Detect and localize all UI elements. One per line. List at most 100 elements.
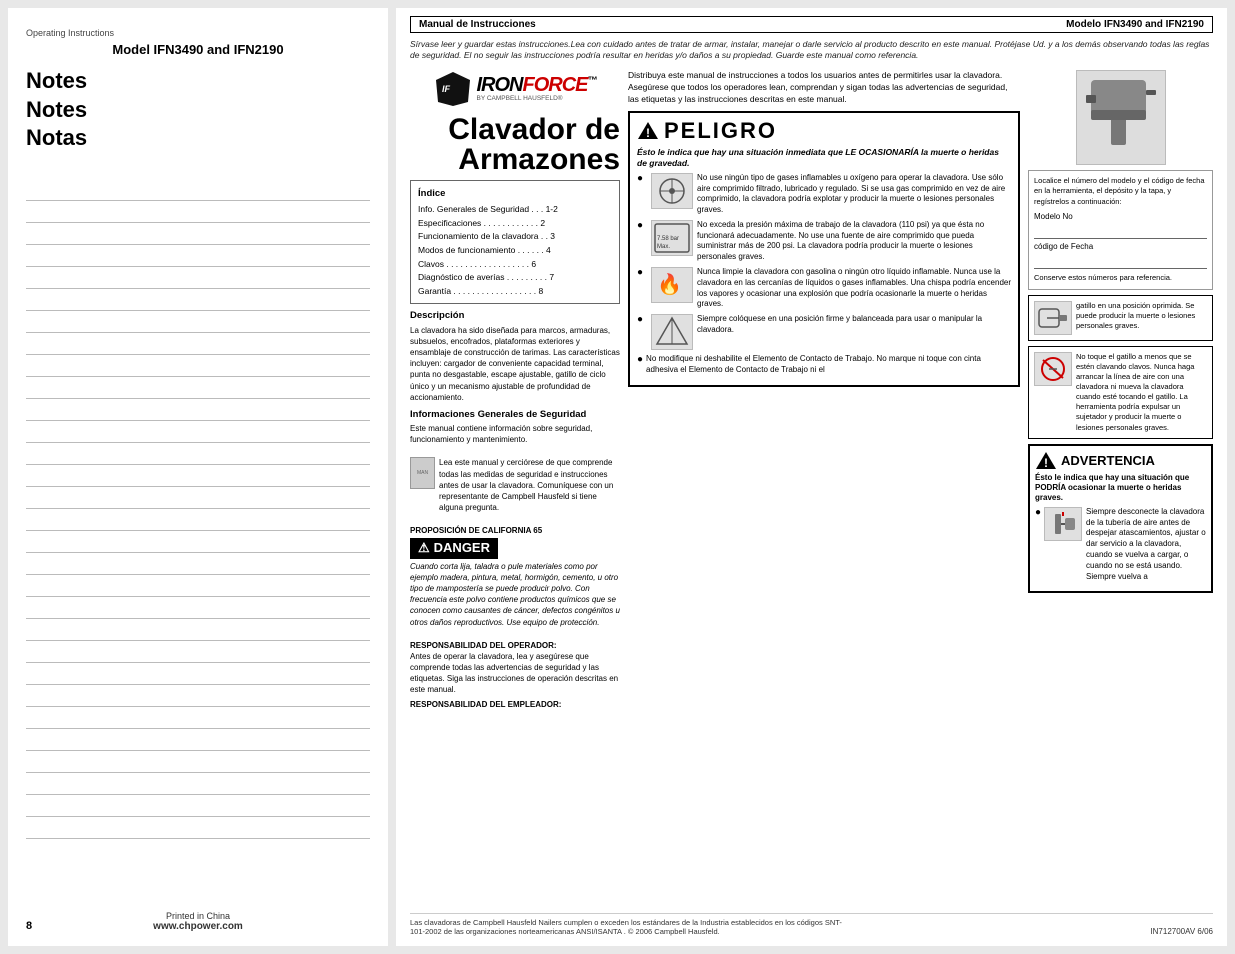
- col-right: Localice el número del modelo y el códig…: [1028, 70, 1213, 909]
- disclaimer-text: Sírvase leer y guardar estas instruccion…: [410, 39, 1213, 62]
- nail-gun-image-area: [1028, 70, 1213, 165]
- flame-hazard-icon: 🔥: [651, 267, 693, 303]
- distribution-text: Distribuya este manual de instrucciones …: [628, 70, 1020, 106]
- note-line: [26, 641, 370, 663]
- note-line: [26, 399, 370, 421]
- note-line: [26, 465, 370, 487]
- right-footer: Las clavadoras de Campbell Hausfeld Nail…: [410, 913, 1213, 936]
- balance-stance-icon: [651, 314, 693, 350]
- advertencia-word: ADVERTENCIA: [1061, 453, 1155, 468]
- danger-text: Cuando corta lija, taladra o pule materi…: [410, 561, 620, 628]
- peligro-bullet-0-text: No use ningún tipo de gases inflamables …: [697, 173, 1011, 216]
- force-text: FORCE: [523, 74, 588, 96]
- note-line: [26, 245, 370, 267]
- notes-heading-3: Notas: [26, 124, 370, 153]
- note-line: [26, 751, 370, 773]
- note-line: [26, 619, 370, 641]
- note-line: [26, 531, 370, 553]
- note-line: [26, 773, 370, 795]
- notes-section: Notes Notes Notas: [26, 67, 370, 153]
- note-line: [26, 509, 370, 531]
- pressure-gauge-icon: 7.58 bar Max.: [651, 220, 693, 256]
- note-line: [26, 729, 370, 751]
- index-item-5: Diagnóstico de averías . . . . . . . . .…: [418, 271, 612, 285]
- modelo-no-line: [1034, 225, 1207, 239]
- note-line: [26, 685, 370, 707]
- index-item-1: Especificaciones . . . . . . . . . . . .…: [418, 217, 612, 231]
- warning-box-1: gatillo en una posición oprimida. Se pue…: [1028, 295, 1213, 341]
- svg-text:!: !: [1044, 456, 1048, 470]
- svg-text:7.58 bar: 7.58 bar: [657, 236, 679, 242]
- bullet-dot-icon: ●: [1035, 508, 1041, 518]
- note-line: [26, 575, 370, 597]
- compressor-diagram-icon: [651, 173, 693, 209]
- note-line: [26, 487, 370, 509]
- svg-text:Max.: Max.: [657, 244, 670, 250]
- manual-icon: MAN: [410, 457, 435, 489]
- col-mid: Distribuya este manual de instrucciones …: [628, 70, 1020, 909]
- no-trigger-icon: [1034, 352, 1072, 386]
- info-general-para2: Lea este manual y cerciórese de que comp…: [439, 457, 620, 513]
- warning-box-2: No toque el gatillo a menos que se estén…: [1028, 346, 1213, 439]
- note-line: [26, 817, 370, 839]
- note-line: [26, 707, 370, 729]
- operating-instructions-label: Operating Instructions: [26, 28, 370, 38]
- svg-text:IF: IF: [442, 84, 451, 94]
- peligro-bullet-2: ● 🔥 Nunca limpie la clavadora con gasoli…: [637, 267, 1011, 310]
- model-info-box: Localice el número del modelo y el códig…: [1028, 170, 1213, 290]
- codigo-fecha-label: código de Fecha: [1034, 241, 1207, 269]
- info-general-section: Informaciones Generales de Seguridad Est…: [410, 408, 620, 710]
- bullet-dot-icon: ●: [637, 315, 643, 325]
- ironforce-figure-icon: IF: [434, 70, 472, 108]
- advertencia-bullet-0-text: Siempre desconecte la clavadora de la tu…: [1086, 507, 1206, 583]
- manual-label: Manual de Instrucciones: [419, 19, 536, 30]
- warning-1-text: gatillo en una posición oprimida. Se pue…: [1076, 301, 1207, 331]
- notes-lines: [26, 179, 370, 901]
- index-item-0: Info. Generales de Seguridad . . . 1-2: [418, 203, 612, 217]
- peligro-word: PELIGRO: [664, 118, 777, 144]
- peligro-bullet-3-text: Siempre colóquese en una posición firme …: [697, 314, 1011, 336]
- note-line: [26, 333, 370, 355]
- conserve-text: Conserve estos números para referencia.: [1034, 272, 1207, 283]
- nail-gun-svg: [1081, 75, 1161, 160]
- advertencia-bullet-0: ● Siempre desconecte la clavadora: [1035, 507, 1206, 583]
- advertencia-box: ! ADVERTENCIA Ésto le indica que hay una…: [1028, 444, 1213, 594]
- peligro-bullet-4-text: No modifique ni deshabilite el Elemento …: [646, 354, 1011, 376]
- website-url: www.chpower.com: [26, 921, 370, 932]
- advertencia-banner-row: ! ADVERTENCIA: [1035, 451, 1206, 470]
- bullet-dot-icon: ●: [637, 174, 643, 184]
- trademark-symbol: ™: [588, 76, 597, 87]
- peligro-box: ! PELIGRO Ésto le indica que hay una sit…: [628, 111, 1020, 387]
- note-line: [26, 355, 370, 377]
- header-bar: Manual de Instrucciones Modelo IFN3490 a…: [410, 16, 1213, 33]
- peligro-banner-row: ! PELIGRO: [637, 118, 1011, 144]
- bullet-dot-icon: ●: [637, 221, 643, 231]
- by-campbell-text: BY CAMPBELL HAUSFELD®: [477, 95, 597, 102]
- peligro-bullet-0: ●: [637, 173, 1011, 216]
- peligro-triangle-icon: !: [637, 121, 659, 140]
- col-left: IF IRONFORCE™ BY CAMPBELL HAUSFELD® C: [410, 70, 620, 909]
- descripcion-text: La clavadora ha sido diseñada para marco…: [410, 325, 620, 403]
- left-page: Operating Instructions Model IFN3490 and…: [8, 8, 388, 946]
- note-line: [26, 179, 370, 201]
- peligro-bullet-4: ● No modifique ni deshabilite el Element…: [637, 354, 1011, 376]
- resp-empleador-label: RESPONSABILIDAD DEL EMPLEADOR:: [410, 699, 620, 710]
- model-label-right: Modelo IFN3490 and IFN2190: [1066, 19, 1204, 30]
- advertencia-triangle-icon: !: [1035, 451, 1057, 470]
- index-item-2: Funcionamiento de la clavadora . . 3: [418, 230, 612, 244]
- notes-heading-2: Notes: [26, 96, 370, 125]
- note-line: [26, 663, 370, 685]
- note-line: [26, 377, 370, 399]
- trigger-warning-icon: [1034, 301, 1072, 335]
- svg-text:!: !: [646, 126, 650, 140]
- danger-banner: ⚠DANGER: [410, 538, 498, 558]
- info-general-para1: Este manual contiene información sobre s…: [410, 423, 620, 445]
- note-line: [26, 553, 370, 575]
- left-footer: Printed in China www.chpower.com: [26, 911, 370, 932]
- resp-op-text: Antes de operar la clavadora, lea y aseg…: [410, 651, 620, 696]
- info-general-title: Informaciones Generales de Seguridad: [410, 408, 620, 421]
- descripcion-section: Descripción La clavadora ha sido diseñad…: [410, 309, 620, 403]
- note-line: [26, 443, 370, 465]
- note-line: [26, 201, 370, 223]
- index-item-4: Clavos . . . . . . . . . . . . . . . . .…: [418, 258, 612, 272]
